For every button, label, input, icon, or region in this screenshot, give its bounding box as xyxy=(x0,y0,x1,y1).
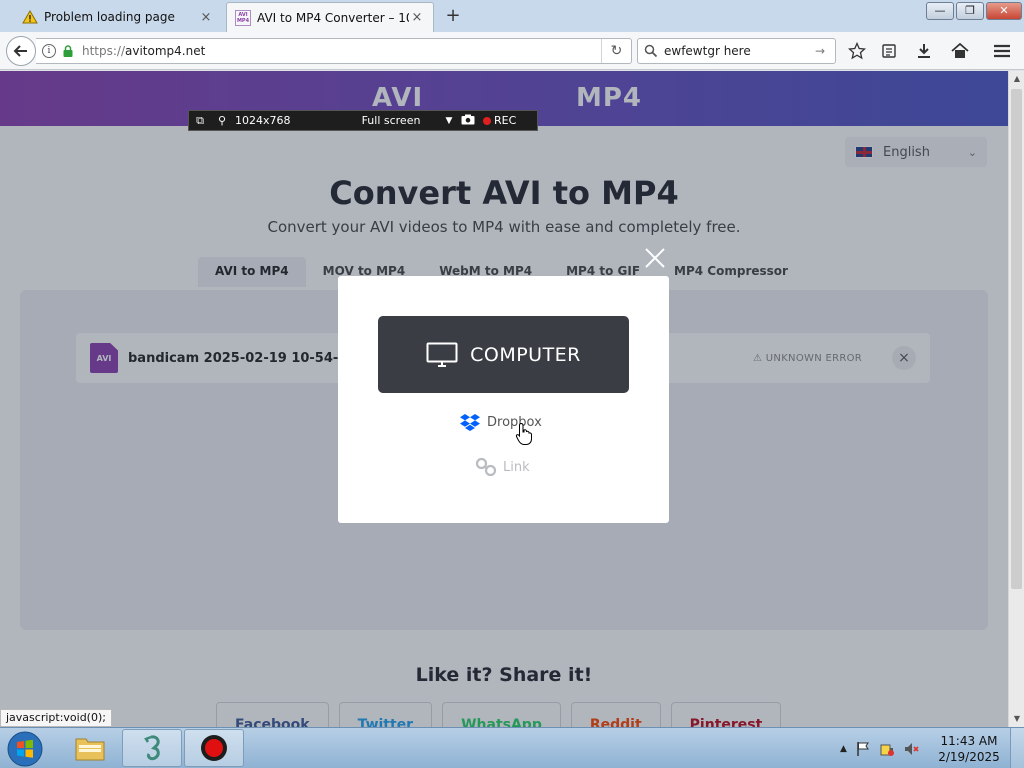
web-page: AVI MP4 English ⌄ Convert AVI to MP4 Con… xyxy=(0,71,1008,727)
tab-strip: Problem loading page × AVI MP4 AVI to MP… xyxy=(0,0,1024,32)
minimize-button[interactable]: — xyxy=(926,2,954,20)
back-button[interactable] xyxy=(6,36,36,66)
warning-icon xyxy=(22,10,38,24)
taskbar: ▲ 11:43 AM 2/19/2025 xyxy=(0,727,1024,768)
app-taskbar-button[interactable] xyxy=(122,729,182,767)
upload-from-link-button[interactable]: Link xyxy=(475,457,530,477)
file-explorer-taskbar-button[interactable] xyxy=(60,729,120,767)
show-hidden-icons-icon[interactable]: ▲ xyxy=(840,744,847,754)
show-desktop-button[interactable] xyxy=(1010,728,1024,768)
bookmark-star-icon[interactable] xyxy=(846,40,868,62)
upload-from-computer-button[interactable]: COMPUTER xyxy=(378,316,629,393)
tab-problem-loading[interactable]: Problem loading page × xyxy=(14,2,222,32)
scroll-down-arrow-icon[interactable]: ▼ xyxy=(1009,711,1024,727)
site-info-icon[interactable]: i xyxy=(42,44,56,58)
vertical-scrollbar[interactable]: ▲ ▼ xyxy=(1008,71,1024,727)
screen-recorder-toolbar: ⧉ ⚲ 1024x768 Full screen ▼ REC xyxy=(188,110,538,131)
search-icon xyxy=(644,44,658,58)
power-icon[interactable] xyxy=(879,741,895,757)
reading-list-icon[interactable] xyxy=(878,40,900,62)
hand-cursor-icon xyxy=(515,422,532,445)
start-button[interactable] xyxy=(3,730,47,768)
site-favicon-icon: AVI MP4 xyxy=(235,9,251,26)
taskbar-clock[interactable]: 11:43 AM 2/19/2025 xyxy=(935,733,1003,765)
scroll-up-arrow-icon[interactable]: ▲ xyxy=(1009,71,1024,87)
volume-muted-icon[interactable] xyxy=(903,741,919,757)
url-text[interactable]: https://avitomp4.net xyxy=(82,44,601,58)
dropbox-icon xyxy=(460,414,480,431)
scroll-thumb[interactable] xyxy=(1011,89,1022,589)
computer-label: COMPUTER xyxy=(470,343,581,366)
url-scheme: https:// xyxy=(82,44,126,58)
capture-size: 1024x768 xyxy=(235,114,291,127)
search-input[interactable]: ewfewtgr here xyxy=(664,44,815,58)
capture-mode-dropdown-icon[interactable]: ▼ xyxy=(441,116,457,126)
tab-title: Problem loading page xyxy=(44,10,175,24)
action-center-flag-icon[interactable] xyxy=(855,741,871,757)
tab-title: AVI to MP4 Converter – 100 xyxy=(257,10,409,25)
clock-time: 11:43 AM xyxy=(940,734,998,748)
tab-close-icon[interactable]: × xyxy=(198,10,214,25)
record-button[interactable]: REC xyxy=(479,114,516,127)
home-icon[interactable] xyxy=(949,40,971,62)
modal-close-icon[interactable] xyxy=(644,247,666,269)
back-arrow-icon xyxy=(13,45,27,57)
nav-toolbar: i https://avitomp4.net ↻ ewfewtgr here → xyxy=(0,32,1024,70)
search-go-icon[interactable]: → xyxy=(815,44,835,58)
new-tab-button[interactable]: + xyxy=(442,5,464,27)
window-select-icon[interactable]: ⧉ xyxy=(189,114,211,128)
tab-close-icon[interactable]: × xyxy=(409,10,425,25)
recorder-taskbar-button[interactable] xyxy=(184,729,244,767)
url-host: avitomp4.net xyxy=(125,44,206,58)
close-window-button[interactable]: ✕ xyxy=(986,2,1022,20)
search-bar[interactable]: ewfewtgr here → xyxy=(637,38,836,64)
url-bar[interactable]: i https://avitomp4.net ↻ xyxy=(36,38,632,64)
record-label: REC xyxy=(494,114,517,127)
link-label: Link xyxy=(503,459,530,475)
windows-logo-icon xyxy=(7,731,43,767)
reload-button[interactable]: ↻ xyxy=(601,39,631,63)
favicon-line-2: MP4 xyxy=(236,17,250,24)
capture-mode[interactable]: Full screen xyxy=(341,114,441,127)
record-dot-icon xyxy=(483,116,491,125)
zoom-icon[interactable]: ⚲ xyxy=(211,114,233,127)
maximize-button[interactable]: ❐ xyxy=(956,2,984,20)
tab-avi-to-mp4[interactable]: AVI MP4 AVI to MP4 Converter – 100 × xyxy=(226,2,434,32)
clock-date: 2/19/2025 xyxy=(938,750,1000,764)
monitor-icon xyxy=(426,342,458,367)
screenshot-camera-icon[interactable] xyxy=(457,114,479,128)
upload-source-modal: COMPUTER Dropbox Link xyxy=(338,276,669,523)
folder-icon xyxy=(75,738,105,761)
status-link-tooltip: javascript:void(0); xyxy=(0,709,112,727)
lock-icon xyxy=(63,45,73,57)
seahorse-icon xyxy=(144,735,160,761)
menu-icon[interactable] xyxy=(991,40,1013,62)
system-tray: ▲ xyxy=(840,728,919,768)
record-circle-icon xyxy=(201,735,227,761)
link-icon xyxy=(475,457,497,477)
downloads-icon[interactable] xyxy=(913,40,935,62)
